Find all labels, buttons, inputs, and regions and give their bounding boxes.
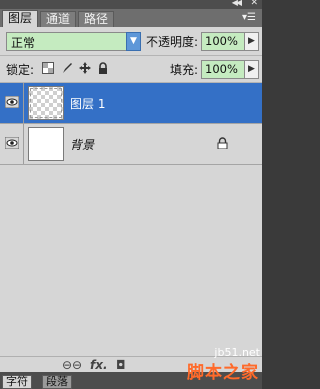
tab-channels[interactable]: 通道 bbox=[40, 11, 77, 27]
fx-icon[interactable]: fx. bbox=[90, 358, 108, 372]
close-icon[interactable]: ✕ bbox=[250, 0, 258, 8]
eye-icon bbox=[5, 96, 19, 108]
lock-label: 锁定: bbox=[6, 63, 35, 77]
opacity-label: 不透明度: bbox=[146, 35, 199, 49]
layer-name: 背景 bbox=[70, 138, 95, 152]
layers-list: 图层 1 背景 bbox=[0, 83, 262, 355]
mask-icon[interactable]: ◘ bbox=[116, 358, 126, 372]
fill-slider-arrow-icon[interactable]: ▶ bbox=[244, 60, 259, 79]
visibility-toggle[interactable] bbox=[0, 124, 24, 164]
panel-title-strip: ◀◀ ✕ bbox=[0, 0, 262, 9]
layer-name: 图层 1 bbox=[70, 97, 106, 111]
lock-all-icon[interactable] bbox=[97, 62, 109, 74]
lock-transparency-icon[interactable] bbox=[42, 62, 54, 74]
eye-icon bbox=[5, 137, 19, 149]
opacity-field[interactable]: 100% ▶ bbox=[201, 32, 259, 51]
opacity-slider-arrow-icon[interactable]: ▶ bbox=[244, 32, 259, 51]
lock-pixels-brush-icon[interactable] bbox=[61, 62, 73, 74]
divider bbox=[0, 164, 262, 165]
tab-paths[interactable]: 路径 bbox=[78, 11, 115, 27]
fill-label: 填充: bbox=[170, 63, 199, 77]
lock-fill-row: 锁定: 填充: 100% ▶ bbox=[0, 57, 262, 81]
layers-panel: 正常 ▼ 不透明度: 100% ▶ 锁定: 填充: 100% ▶ 图层 1 背景… bbox=[0, 27, 262, 372]
fill-value: 100% bbox=[205, 62, 238, 76]
layer-row-layer1[interactable]: 图层 1 bbox=[0, 83, 262, 123]
blend-mode-select[interactable]: 正常 ▼ bbox=[6, 32, 141, 51]
opacity-value: 100% bbox=[205, 34, 238, 48]
tab-paragraph[interactable]: 段落 bbox=[42, 375, 72, 389]
layer-thumbnail bbox=[28, 127, 64, 161]
fill-field[interactable]: 100% ▶ bbox=[201, 60, 259, 79]
tab-layers[interactable]: 图层 bbox=[2, 10, 39, 27]
link-layers-icon[interactable]: ⊖⊖ bbox=[62, 358, 82, 372]
divider bbox=[0, 55, 262, 56]
blend-mode-value: 正常 bbox=[11, 36, 36, 50]
layer-row-background[interactable]: 背景 bbox=[0, 124, 262, 164]
lock-icon bbox=[217, 137, 228, 149]
panel-tab-bar: 图层 通道 路径 ▾☰ bbox=[0, 9, 262, 27]
lock-position-move-icon[interactable] bbox=[79, 62, 91, 74]
collapse-icon[interactable]: ◀◀ bbox=[232, 0, 242, 7]
chevron-down-icon[interactable]: ▼ bbox=[126, 32, 141, 51]
panel-menu-icon[interactable]: ▾☰ bbox=[242, 12, 256, 23]
watermark-brand: 脚本之家 bbox=[187, 363, 259, 383]
tab-character[interactable]: 字符 bbox=[2, 375, 32, 389]
visibility-toggle[interactable] bbox=[0, 83, 24, 123]
blend-opacity-row: 正常 ▼ 不透明度: 100% ▶ bbox=[0, 27, 262, 54]
layer-thumbnail bbox=[28, 86, 64, 120]
